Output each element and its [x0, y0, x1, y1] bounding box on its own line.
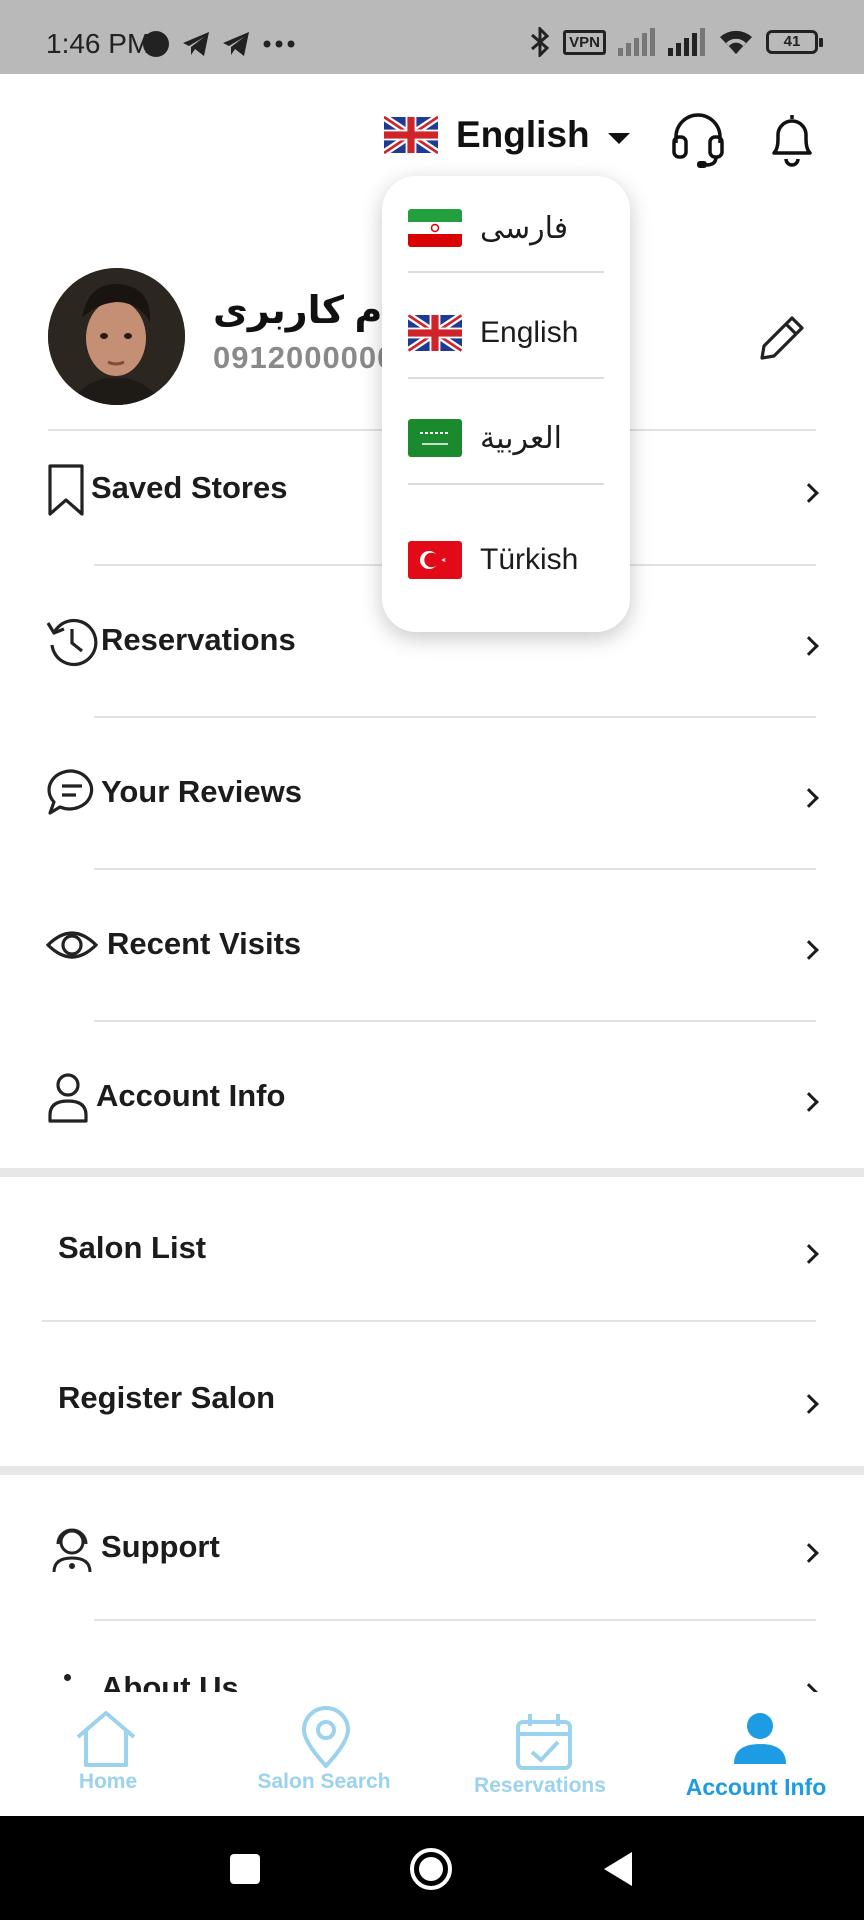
home-circle-icon[interactable]: [408, 1846, 454, 1892]
tab-label: Reservations: [474, 1774, 606, 1797]
tab-salon-search[interactable]: Salon Search: [216, 1692, 432, 1816]
language-option-english[interactable]: English: [408, 303, 604, 363]
menu-item-label: Reservations: [101, 622, 296, 657]
status-left-icons: [142, 30, 296, 58]
person-filled-icon: [734, 1713, 786, 1764]
menu-item-account-info[interactable]: Account Info: [0, 1021, 864, 1173]
chevron-right-icon: [799, 1394, 819, 1414]
menu-item-label: About Us: [101, 1670, 239, 1692]
chevron-down-icon: [607, 132, 630, 144]
chevron-right-icon: [799, 1543, 819, 1563]
language-dropdown: فارسی English العربية Türkish: [382, 176, 630, 632]
section-separator: [0, 1466, 864, 1475]
system-navigation-bar: [0, 1816, 864, 1920]
chevron-right-icon: [799, 940, 819, 960]
dropdown-divider: [408, 483, 604, 485]
menu-item-label: Account Info: [96, 1078, 286, 1113]
calendar-check-icon: [516, 1714, 572, 1770]
chevron-right-icon: [799, 788, 819, 808]
profile-phone: 0912000000: [213, 340, 396, 375]
menu-item-about-us[interactable]: About Us: [0, 1620, 864, 1692]
tab-label: Home: [78, 1770, 138, 1793]
tab-label: Account Info: [685, 1774, 827, 1800]
chevron-right-icon: [799, 1244, 819, 1264]
info-icon: [64, 1674, 71, 1681]
uk-flag-icon: [408, 314, 462, 352]
tab-label: Salon Search: [257, 1770, 391, 1793]
language-option-turkish[interactable]: Türkish: [408, 530, 604, 590]
history-icon: [46, 618, 98, 667]
status-time: 1:46 PM: [46, 28, 151, 59]
status-right-icons: VPN 41: [529, 27, 823, 57]
chat-bubble-icon: [47, 769, 94, 815]
headset-icon[interactable]: [668, 109, 728, 169]
chevron-right-icon: [799, 483, 819, 503]
saudi-flag-icon: [408, 419, 462, 457]
pencil-icon[interactable]: [754, 308, 812, 366]
avatar: [48, 268, 185, 405]
menu-item-label: Recent Visits: [107, 926, 302, 961]
menu-item-label: Salon List: [58, 1230, 207, 1265]
home-icon: [76, 1711, 136, 1767]
iran-flag-icon: [408, 209, 462, 247]
battery-icon: 41: [766, 30, 823, 54]
menu-item-register-salon[interactable]: Register Salon: [0, 1321, 864, 1473]
chevron-right-icon: [799, 636, 819, 656]
record-dot-icon: [143, 31, 169, 57]
bottom-navigation: Home Salon Search Reservations Account I…: [0, 1692, 864, 1816]
menu-item-recent-visits[interactable]: Recent Visits: [0, 869, 864, 1021]
telegram-icon: [183, 32, 209, 56]
language-selector[interactable]: English: [384, 114, 630, 156]
menu-item-label: Saved Stores: [91, 470, 288, 505]
uk-flag-icon: [384, 116, 438, 154]
status-bar: 1:46 PM VPN 41: [0, 0, 864, 74]
menu-item-label: Your Reviews: [101, 774, 303, 809]
more-dots-icon: [263, 40, 295, 48]
telegram-icon: [223, 32, 249, 56]
language-option-label: Türkish: [480, 543, 579, 576]
language-option-label: العربية: [480, 421, 562, 455]
menu-item-support[interactable]: Support: [0, 1475, 864, 1627]
bluetooth-icon: [531, 27, 550, 57]
recents-square-icon[interactable]: [222, 1846, 268, 1892]
turkey-flag-icon: [408, 541, 462, 579]
menu-item-label: Support: [101, 1529, 220, 1564]
wifi-icon: [720, 30, 752, 54]
location-pin-icon: [302, 1706, 350, 1768]
chevron-right-icon: [799, 1092, 819, 1112]
tab-reservations[interactable]: Reservations: [432, 1692, 648, 1816]
signal-icon: [668, 28, 705, 56]
person-icon: [48, 1073, 88, 1123]
eye-icon: [46, 931, 98, 959]
tab-account-info[interactable]: Account Info: [648, 1692, 864, 1816]
back-triangle-icon[interactable]: [596, 1846, 642, 1892]
dropdown-divider: [408, 271, 604, 273]
tab-home[interactable]: Home: [0, 1692, 216, 1816]
dropdown-divider: [408, 377, 604, 379]
language-option-label: English: [480, 316, 579, 349]
signal-icon: [618, 28, 655, 56]
current-language-label: English: [456, 114, 590, 155]
language-option-arabic[interactable]: العربية: [408, 408, 604, 468]
language-option-label: فارسی: [480, 211, 569, 245]
menu-item-your-reviews[interactable]: Your Reviews: [0, 717, 864, 869]
bell-icon[interactable]: [762, 109, 822, 169]
vpn-icon: VPN: [563, 29, 606, 55]
language-option-farsi[interactable]: فارسی: [408, 198, 604, 258]
support-person-icon: [52, 1528, 92, 1573]
menu-item-label: Register Salon: [58, 1380, 276, 1415]
section-separator: [0, 1168, 864, 1177]
menu-item-salon-list[interactable]: Salon List: [0, 1177, 864, 1329]
chevron-right-icon: [799, 1683, 819, 1692]
